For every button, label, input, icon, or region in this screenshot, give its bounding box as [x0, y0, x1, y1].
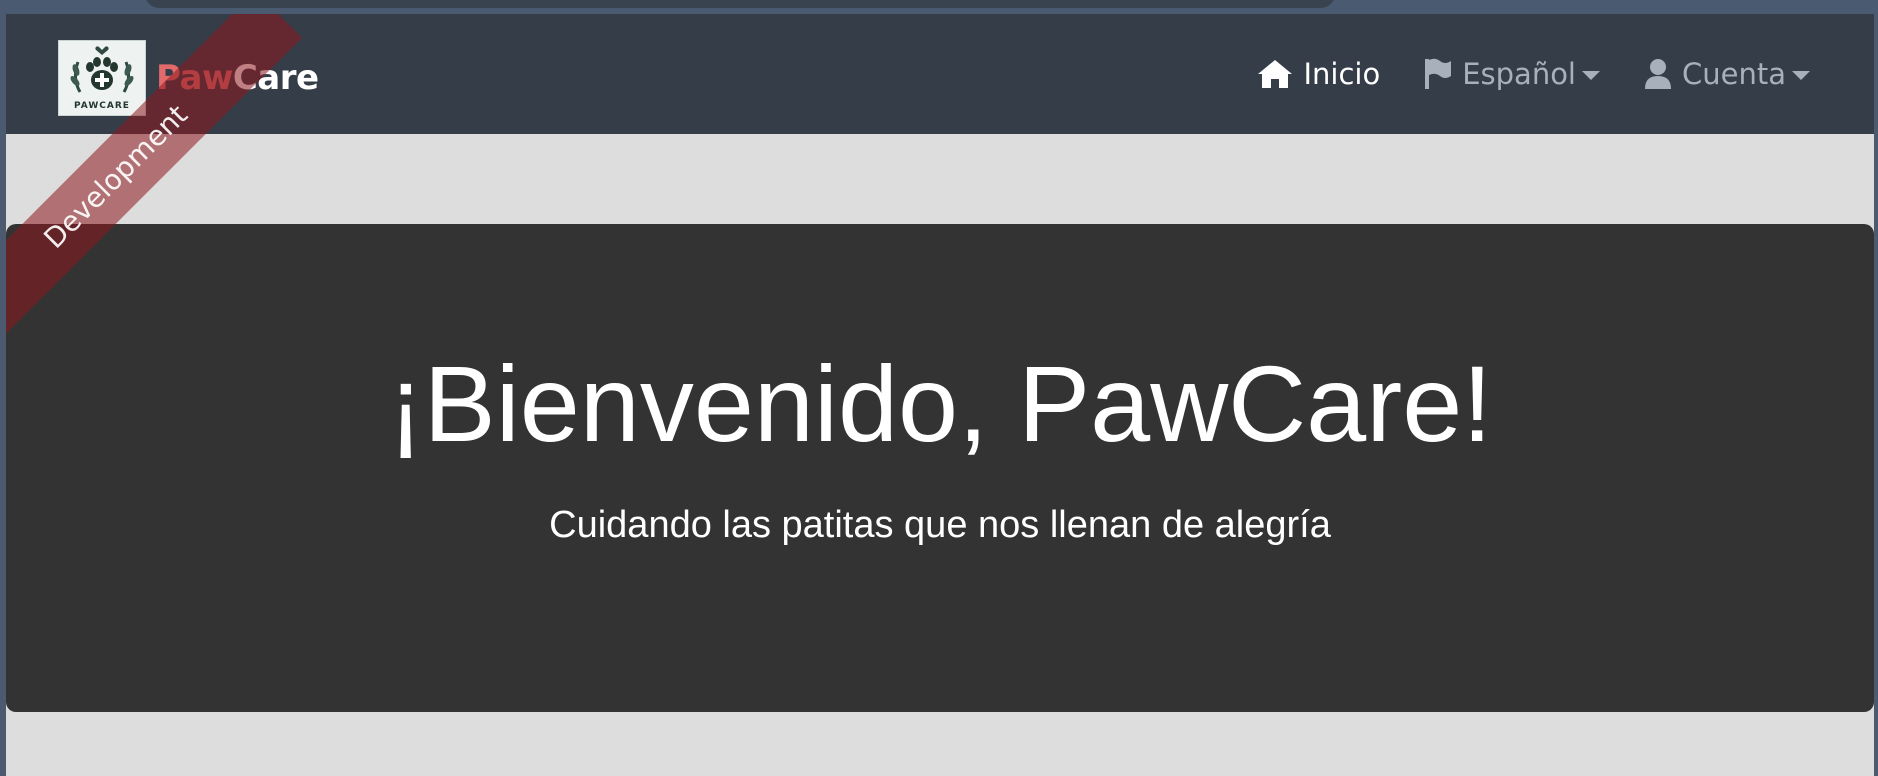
user-icon — [1645, 59, 1671, 89]
nav-home-label: Inicio — [1303, 57, 1381, 91]
hero-title: ¡Bienvenido, PawCare! — [387, 343, 1493, 464]
browser-tab-edge — [145, 0, 1335, 8]
nav-menu: Inicio Español Cuenta — [1257, 14, 1810, 134]
nav-language-label: Español — [1462, 57, 1576, 91]
home-icon — [1258, 60, 1293, 88]
nav-language-dropdown[interactable]: Español — [1424, 57, 1600, 91]
hero-subtitle: Cuidando las patitas que nos llenan de a… — [549, 504, 1331, 546]
nav-account-label: Cuenta — [1682, 57, 1786, 91]
app-window: PAWCARE PawCare Inicio Español — [6, 14, 1874, 776]
chevron-down-icon — [1582, 70, 1600, 80]
nav-home-link[interactable]: Inicio — [1257, 57, 1380, 91]
hero-banner: ¡Bienvenido, PawCare! Cuidando las patit… — [6, 224, 1874, 712]
paw-logo: PAWCARE — [58, 40, 146, 116]
flag-icon — [1425, 58, 1452, 89]
browser-top-strip — [0, 0, 1878, 14]
nav-account-dropdown[interactable]: Cuenta — [1644, 57, 1810, 91]
logo-text: PAWCARE — [74, 101, 130, 111]
chevron-down-icon — [1792, 70, 1810, 80]
